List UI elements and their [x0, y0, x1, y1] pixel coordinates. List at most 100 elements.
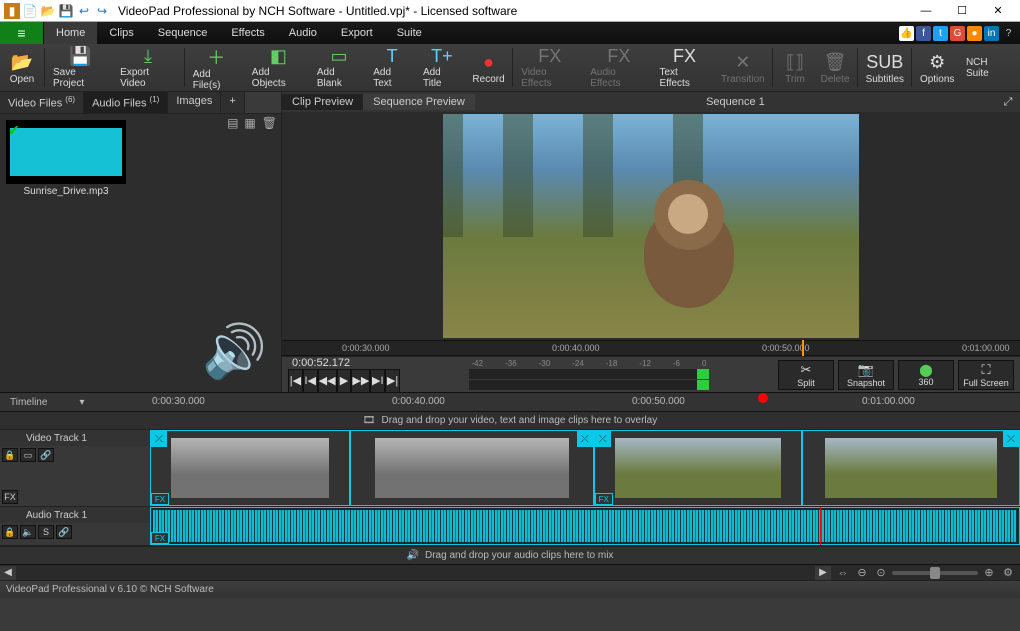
textfx-icon: FX [673, 46, 696, 67]
tab-audio-files[interactable]: Audio Files (1) [84, 92, 168, 113]
overlay-drop-hint[interactable]: 🎞 Drag and drop your video, text and ima… [0, 412, 1020, 430]
video-clip[interactable]: ⤫FX [150, 430, 350, 506]
step-forward-button[interactable]: ▶I [370, 369, 385, 393]
video-effects-button[interactable]: FXVideo Effects [515, 44, 584, 91]
subtitles-button[interactable]: SUBSubtitles [860, 44, 909, 91]
add-text-button[interactable]: TAdd Text [367, 44, 417, 91]
save-icon[interactable]: 💾 [58, 3, 74, 19]
maximize-button[interactable]: ☐ [944, 1, 980, 21]
audio-track-body[interactable]: FX [150, 507, 1020, 545]
track-show-icon[interactable]: ▭ [20, 448, 36, 462]
video-clip[interactable]: ⤫ [350, 430, 594, 506]
step-back-button[interactable]: I◀ [303, 369, 318, 393]
menu-sequence[interactable]: Sequence [146, 22, 220, 44]
tab-clip-preview[interactable]: Clip Preview [282, 94, 363, 110]
snapshot-button[interactable]: 📷Snapshot [838, 360, 894, 390]
save-project-button[interactable]: 💾Save Project [47, 44, 114, 91]
zoom-in-icon[interactable]: ⊕ [981, 566, 997, 580]
folder-icon: 📂 [11, 50, 33, 74]
video-track-body[interactable]: ⤫FX ⤫ ⤫FX ⤫ [150, 430, 1020, 506]
preview-viewport[interactable] [282, 112, 1020, 340]
timeline-dropdown-icon[interactable]: ▾ [72, 397, 92, 408]
record-button[interactable]: ●Record [467, 44, 510, 91]
add-objects-button[interactable]: ◧Add Objects [246, 44, 311, 91]
menu-suite[interactable]: Suite [385, 22, 434, 44]
text-effects-button[interactable]: FXText Effects [653, 44, 715, 91]
open-button[interactable]: 📂Open [2, 44, 42, 91]
nch-suite-button[interactable]: NCH Suite [960, 44, 1018, 91]
like-icon[interactable]: 👍 [899, 26, 914, 41]
minimize-button[interactable]: — [908, 1, 944, 21]
preview-playhead-marker[interactable] [802, 340, 804, 356]
track-link-icon[interactable]: 🔗 [56, 525, 72, 539]
goto-end-button[interactable]: ▶| [385, 369, 400, 393]
goto-start-button[interactable]: |◀ [288, 369, 303, 393]
redo-icon[interactable]: ↪ [94, 3, 110, 19]
audio-clip[interactable]: FX [150, 507, 1020, 545]
forward-button[interactable]: ▶▶ [351, 369, 370, 393]
rewind-button[interactable]: ◀◀ [318, 369, 337, 393]
play-button[interactable]: ▶ [337, 369, 352, 393]
timeline-playhead[interactable] [758, 393, 768, 403]
timeline-ruler[interactable]: 0:00:30.000 0:00:40.000 0:00:50.000 0:01… [92, 393, 1020, 411]
track-lock-icon[interactable]: 🔒 [2, 525, 18, 539]
vr-button[interactable]: ⬤360 [898, 360, 954, 390]
track-lock-icon[interactable]: 🔒 [2, 448, 18, 462]
linkedin-icon[interactable]: in [984, 26, 999, 41]
fit-icon[interactable]: ⇔ [835, 566, 851, 580]
add-files-button[interactable]: ＋Add File(s) [187, 44, 246, 91]
options-button[interactable]: ⚙Options [914, 44, 960, 91]
close-button[interactable]: ✕ [980, 1, 1016, 21]
zoom-slider[interactable] [892, 571, 978, 575]
export-video-button[interactable]: ⤓Export Video [114, 44, 182, 91]
fullscreen-button[interactable]: ⛶Full Screen [958, 360, 1014, 390]
tab-sequence-preview[interactable]: Sequence Preview [363, 94, 475, 110]
google-icon[interactable]: G [950, 26, 965, 41]
detach-preview-icon[interactable]: ⤢ [996, 96, 1020, 109]
track-link-icon[interactable]: 🔗 [38, 448, 54, 462]
video-clip[interactable]: ⤫FX [594, 430, 803, 506]
grid-view-icon[interactable]: ▦ [244, 116, 255, 130]
timeline-label[interactable]: Timeline [0, 397, 72, 408]
rss-icon[interactable]: ● [967, 26, 982, 41]
facebook-icon[interactable]: f [916, 26, 931, 41]
zoom-out-icon[interactable]: ⊖ [854, 566, 870, 580]
menu-clips[interactable]: Clips [97, 22, 145, 44]
track-solo-icon[interactable]: S [38, 525, 54, 539]
track-fx-button[interactable]: FX [2, 490, 18, 504]
scroll-left-button[interactable]: ◀ [0, 566, 16, 580]
menu-effects[interactable]: Effects [219, 22, 276, 44]
transition-button[interactable]: ✕Transition [716, 44, 770, 91]
settings-icon[interactable]: ⚙ [1000, 566, 1016, 580]
video-clip[interactable]: ⤫ [802, 430, 1020, 506]
preview-ruler[interactable]: 0:00:30.000 0:00:40.000 0:00:50.000 0:01… [282, 340, 1020, 356]
delete-button[interactable]: 🗑Delete [815, 44, 855, 91]
delete-asset-icon[interactable]: 🗑 [262, 116, 277, 130]
split-button[interactable]: ✂Split [778, 360, 834, 390]
tab-add[interactable]: + [221, 92, 244, 113]
asset-area[interactable]: ▤ ▦ 🗑 ✔ Sunrise_Drive.mp3 🔊 [0, 114, 281, 392]
list-view-icon[interactable]: ▤ [227, 116, 238, 130]
audio-effects-button[interactable]: FXAudio Effects [584, 44, 653, 91]
menu-export[interactable]: Export [329, 22, 385, 44]
tab-images[interactable]: Images [168, 92, 221, 113]
menu-home[interactable]: Home [44, 22, 97, 44]
undo-icon[interactable]: ↩ [76, 3, 92, 19]
video-track-label[interactable]: Video Track 1 [0, 430, 150, 446]
new-icon[interactable]: 📄 [22, 3, 38, 19]
asset-item[interactable]: ✔ Sunrise_Drive.mp3 [6, 120, 126, 197]
add-title-button[interactable]: T+Add Title [417, 44, 467, 91]
trim-button[interactable]: ⟦⟧Trim [775, 44, 815, 91]
audio-track-label[interactable]: Audio Track 1 [0, 507, 150, 523]
scroll-right-button[interactable]: ▶ [815, 566, 831, 580]
tab-video-files[interactable]: Video Files (6) [0, 92, 84, 113]
hamburger-menu[interactable]: ≡ [0, 22, 44, 44]
add-blank-button[interactable]: ▭Add Blank [311, 44, 367, 91]
twitter-icon[interactable]: t [933, 26, 948, 41]
open-icon[interactable]: 📂 [40, 3, 56, 19]
menu-audio[interactable]: Audio [277, 22, 329, 44]
mix-drop-hint[interactable]: 🔊 Drag and drop your audio clips here to… [0, 546, 1020, 564]
help-icon[interactable]: ? [1001, 26, 1016, 41]
zoom-reset-icon[interactable]: ⊙ [873, 566, 889, 580]
track-mute-icon[interactable]: 🔈 [20, 525, 36, 539]
